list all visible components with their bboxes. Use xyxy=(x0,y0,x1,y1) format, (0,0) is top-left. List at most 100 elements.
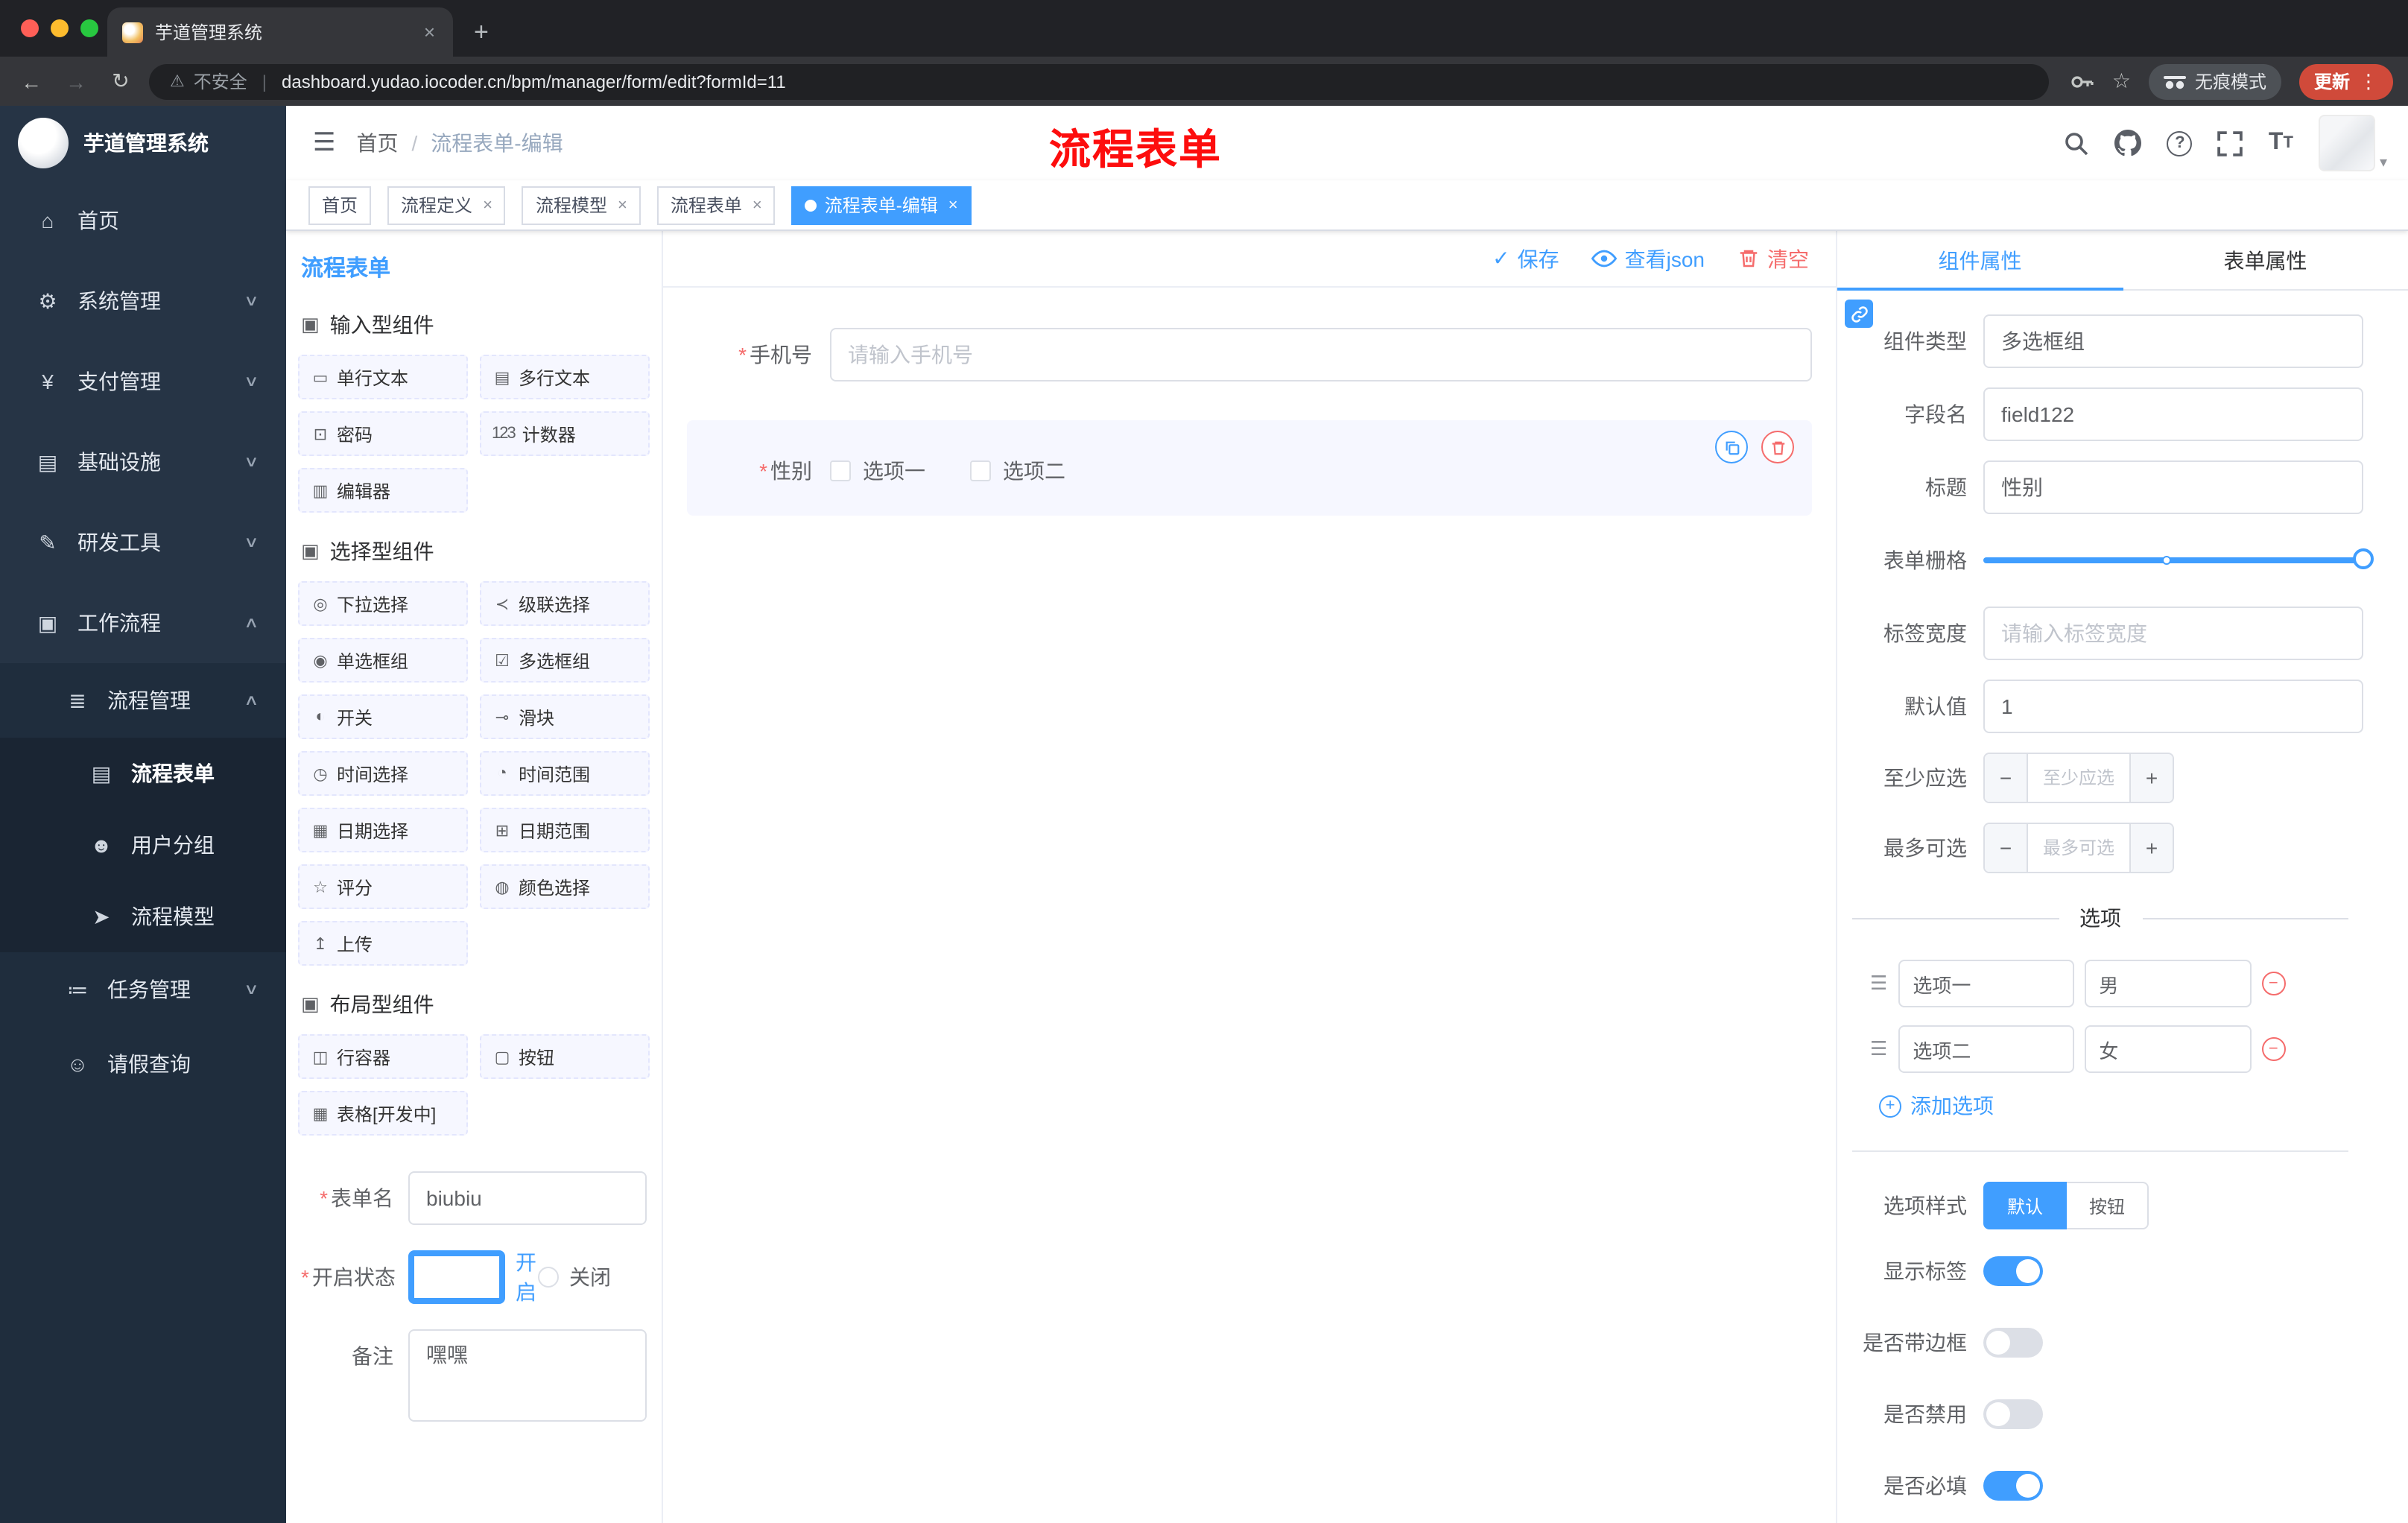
sidebar-item-process-form[interactable]: ▤ 流程表单 xyxy=(0,738,286,809)
address-bar[interactable]: ⚠ 不安全 | dashboard.yudao.iocoder.cn/bpm/m… xyxy=(149,63,2050,99)
remove-option-icon[interactable]: − xyxy=(2261,972,2286,995)
form-remark-textarea[interactable]: 嘿嘿 xyxy=(408,1329,647,1422)
palette-item-single-line-text[interactable]: ▭ 单行文本 xyxy=(298,355,468,399)
palette-item-editor[interactable]: ▥ 编辑器 xyxy=(298,468,468,513)
remove-option-icon[interactable]: − xyxy=(2261,1037,2286,1061)
sidebar-item-process-model[interactable]: ➤ 流程模型 xyxy=(0,881,286,952)
disabled-toggle[interactable] xyxy=(1983,1399,2043,1429)
sidebar-item-devtools[interactable]: ✎ 研发工具 ∨ xyxy=(0,502,286,583)
tag-process-model[interactable]: 流程模型 × xyxy=(522,186,641,224)
increase-button[interactable]: + xyxy=(2129,824,2173,872)
hamburger-icon[interactable]: ☰ xyxy=(286,128,357,158)
tab-form-props[interactable]: 表单属性 xyxy=(2123,231,2408,289)
palette-item-date-picker[interactable]: ▦ 日期选择 xyxy=(298,808,468,852)
back-button[interactable]: ← xyxy=(15,69,48,93)
decrease-button[interactable]: − xyxy=(1985,824,2028,872)
radio-on[interactable]: 开启 xyxy=(408,1247,536,1307)
drag-handle-icon[interactable]: ☰ xyxy=(1870,972,1887,995)
palette-item-slider[interactable]: ⊸ 滑块 xyxy=(480,694,650,739)
palette-item-checkbox-group[interactable]: ☑ 多选框组 xyxy=(480,638,650,683)
palette-item-select[interactable]: ◎ 下拉选择 xyxy=(298,581,468,626)
app-logo[interactable]: 芋道管理系统 xyxy=(0,106,286,180)
style-default-button[interactable]: 默认 xyxy=(1983,1182,2068,1229)
sidebar-item-payment[interactable]: ¥ 支付管理 ∨ xyxy=(0,341,286,422)
sidebar-item-user-groups[interactable]: ☻ 用户分组 xyxy=(0,809,286,881)
tag-process-definition[interactable]: 流程定义 × xyxy=(387,186,506,224)
required-toggle[interactable] xyxy=(1983,1471,2043,1501)
forward-button[interactable]: → xyxy=(60,69,92,93)
new-tab-button[interactable]: + xyxy=(474,19,489,45)
minimize-window-button[interactable] xyxy=(51,19,69,37)
palette-item-counter[interactable]: 123 计数器 xyxy=(480,411,650,456)
palette-item-switch[interactable]: ◐ 开关 xyxy=(298,694,468,739)
palette-item-rate[interactable]: ☆ 评分 xyxy=(298,864,468,909)
min-select-input[interactable] xyxy=(2028,754,2129,802)
palette-item-upload[interactable]: ↥ 上传 xyxy=(298,921,468,966)
slider-handle[interactable] xyxy=(2353,548,2374,569)
sidebar-item-system[interactable]: ⚙ 系统管理 ∨ xyxy=(0,261,286,341)
palette-item-date-range[interactable]: ⊞ 日期范围 xyxy=(480,808,650,852)
bookmark-star-icon[interactable]: ☆ xyxy=(2112,69,2131,94)
palette-item-color-picker[interactable]: ◍ 颜色选择 xyxy=(480,864,650,909)
browser-tab[interactable]: 芋道管理系统 × xyxy=(107,7,453,57)
github-icon[interactable] xyxy=(2114,130,2142,156)
label-width-input[interactable] xyxy=(1983,607,2363,660)
breadcrumb-home[interactable]: 首页 xyxy=(357,128,399,158)
sidebar-item-home[interactable]: ⌂ 首页 xyxy=(0,180,286,261)
delete-widget-button[interactable] xyxy=(1761,431,1794,463)
option-2-label-input[interactable] xyxy=(1898,1025,2074,1073)
clear-button[interactable]: 清空 xyxy=(1737,244,1809,273)
palette-item-cascader[interactable]: ≺ 级联选择 xyxy=(480,581,650,626)
palette-item-password[interactable]: ⊡ 密码 xyxy=(298,411,468,456)
password-key-icon[interactable] xyxy=(2070,69,2094,93)
palette-item-time-range[interactable]: ◔ 时间范围 xyxy=(480,751,650,796)
close-icon[interactable]: × xyxy=(945,196,958,214)
user-avatar[interactable]: ▾ xyxy=(2318,115,2387,171)
radio-off[interactable]: 关闭 xyxy=(538,1262,611,1292)
sidebar-item-task-management[interactable]: ≔ 任务管理 ∨ xyxy=(0,952,286,1027)
palette-item-multi-line-text[interactable]: ▤ 多行文本 xyxy=(480,355,650,399)
sidebar-item-process-management[interactable]: ≣ 流程管理 ∧ xyxy=(0,663,286,738)
tab-component-props[interactable]: 组件属性 xyxy=(1837,231,2123,291)
component-type-select[interactable]: 多选框组 xyxy=(1983,314,2363,368)
border-toggle[interactable] xyxy=(1983,1328,2043,1358)
style-button-button[interactable]: 按钮 xyxy=(2067,1182,2149,1229)
close-icon[interactable]: × xyxy=(480,196,492,214)
palette-item-button[interactable]: ▢ 按钮 xyxy=(480,1034,650,1079)
browser-update-button[interactable]: 更新 ⋮ xyxy=(2298,63,2393,99)
grid-span-slider[interactable] xyxy=(1983,548,2374,569)
save-button[interactable]: ✓ 保存 xyxy=(1492,244,1559,273)
close-icon[interactable]: × xyxy=(750,196,762,214)
sidebar-item-leave-query[interactable]: ☺ 请假查询 xyxy=(0,1027,286,1101)
drag-handle-icon[interactable]: ☰ xyxy=(1870,1037,1887,1061)
checkbox-option-2[interactable]: 选项二 xyxy=(970,456,1065,486)
close-icon[interactable]: × xyxy=(615,196,627,214)
title-input[interactable] xyxy=(1983,460,2363,514)
font-size-icon[interactable]: TT xyxy=(2269,130,2293,155)
decrease-button[interactable]: − xyxy=(1985,754,2028,802)
sidebar-item-workflow[interactable]: ▣ 工作流程 ∧ xyxy=(0,583,286,663)
tag-process-form[interactable]: 流程表单 × xyxy=(656,186,776,224)
palette-item-time-picker[interactable]: ◷ 时间选择 xyxy=(298,751,468,796)
option-1-value-input[interactable] xyxy=(2084,960,2252,1007)
search-icon[interactable] xyxy=(2065,130,2090,156)
gender-widget-selected[interactable]: * 性别 选项一 选项二 xyxy=(687,420,1812,516)
checkbox-option-1[interactable]: 选项一 xyxy=(830,456,925,486)
palette-item-row-container[interactable]: ◫ 行容器 xyxy=(298,1034,468,1079)
browser-menu-icon[interactable]: ⋮ xyxy=(2359,69,2378,93)
tag-home[interactable]: 首页 xyxy=(308,186,372,224)
palette-item-table[interactable]: ▦ 表格[开发中] xyxy=(298,1091,468,1136)
maximize-window-button[interactable] xyxy=(80,19,98,37)
sidebar-item-infrastructure[interactable]: ▤ 基础设施 ∨ xyxy=(0,422,286,502)
tag-process-form-edit[interactable]: 流程表单-编辑 × xyxy=(791,186,972,224)
doc-link-icon[interactable] xyxy=(1845,300,1873,328)
form-name-input[interactable] xyxy=(408,1171,647,1225)
help-icon[interactable]: ? xyxy=(2167,130,2193,156)
field-name-input[interactable] xyxy=(1983,387,2363,441)
default-value-input[interactable] xyxy=(1983,680,2363,733)
close-window-button[interactable] xyxy=(21,19,39,37)
show-label-toggle[interactable] xyxy=(1983,1256,2043,1286)
tab-close-icon[interactable]: × xyxy=(421,21,438,43)
reload-button[interactable]: ↻ xyxy=(104,69,137,94)
fullscreen-icon[interactable] xyxy=(2218,130,2243,156)
